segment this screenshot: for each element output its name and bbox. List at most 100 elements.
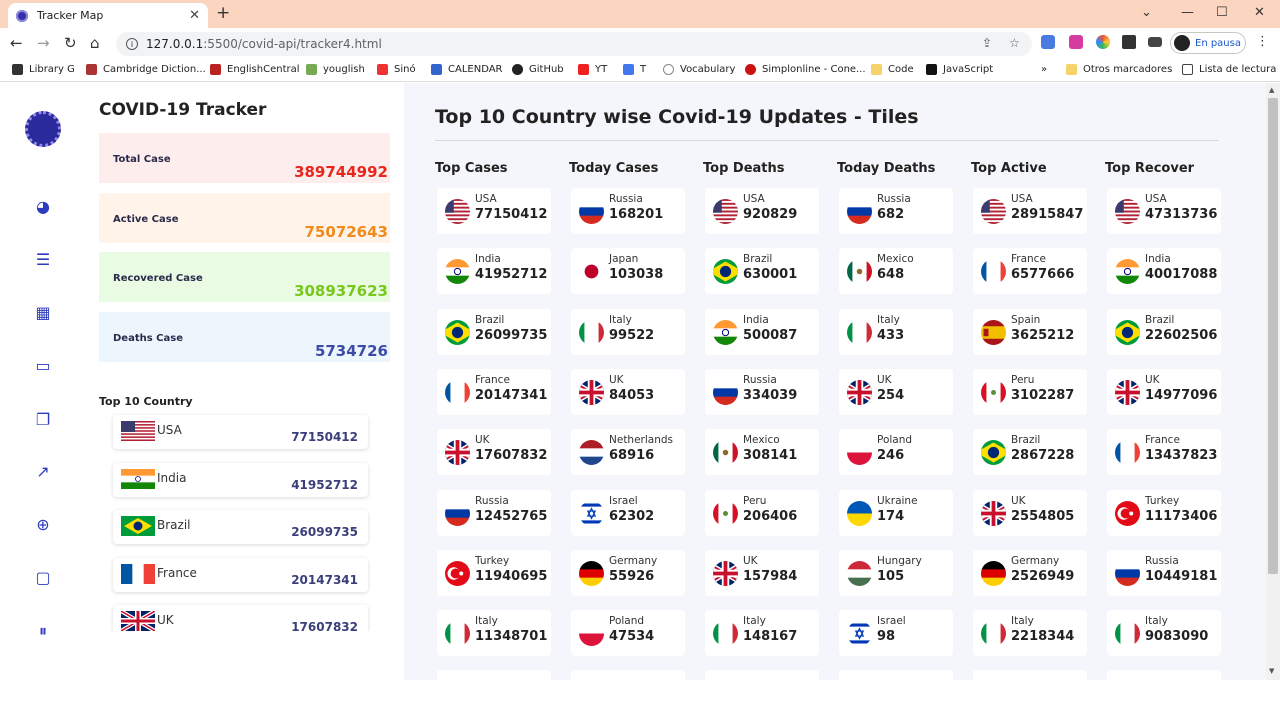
country-tile[interactable]: Israel 98: [839, 610, 953, 657]
page-scrollbar[interactable]: ▲ ▼: [1266, 83, 1280, 680]
country-tile[interactable]: UK 84053: [571, 368, 685, 415]
country-tile[interactable]: India 40017088: [1107, 248, 1221, 295]
country-tile[interactable]: Italy 433: [839, 308, 953, 355]
share-icon[interactable]: ⇪: [982, 36, 992, 50]
country-tile[interactable]: UK 157984: [705, 549, 819, 596]
country-tile[interactable]: USA 77150412: [437, 188, 551, 234]
country-row[interactable]: UK 17607832: [113, 605, 368, 631]
translate-extension-icon[interactable]: [1041, 35, 1055, 49]
country-tile[interactable]: Italy 11348701: [437, 610, 551, 657]
bookmark-item[interactable]: EnglishCentral: [210, 64, 300, 75]
extension-icon[interactable]: [1069, 35, 1083, 49]
grid-icon[interactable]: ▦: [34, 304, 52, 322]
country-tile[interactable]: India 500087: [705, 308, 819, 355]
country-tile[interactable]: Russia 10449181: [1107, 549, 1221, 596]
bookmark-item[interactable]: CALENDAR: [431, 64, 503, 75]
bookmark-item[interactable]: youglish: [306, 64, 365, 75]
country-tile[interactable]: France 13437823: [1107, 429, 1221, 476]
bookmark-item[interactable]: Sinó: [377, 64, 416, 75]
country-tile[interactable]: Brazil 630001: [705, 248, 819, 295]
bookmark-folder[interactable]: Code: [871, 64, 914, 75]
scrollbar-thumb[interactable]: [1268, 98, 1278, 574]
country-tile[interactable]: Japan 103038: [571, 248, 685, 295]
tab-search-icon[interactable]: ⌄: [1141, 5, 1152, 20]
country-tile[interactable]: Peru 3102287: [973, 368, 1087, 415]
pie-chart-icon[interactable]: ◕: [34, 198, 52, 216]
site-info-icon[interactable]: i: [126, 38, 138, 50]
tab-close-icon[interactable]: ✕: [189, 8, 200, 23]
country-tile[interactable]: Peru 206406: [705, 489, 819, 536]
country-tile[interactable]: Germany 2526949: [973, 549, 1087, 596]
bookmark-item[interactable]: JavaScript: [926, 64, 993, 75]
country-tile[interactable]: Turkey 11940695: [437, 549, 551, 596]
country-tile[interactable]: Spain 3625212: [973, 308, 1087, 355]
country-tile[interactable]: India 41952712: [437, 248, 551, 295]
scroll-up-icon[interactable]: ▲: [1269, 86, 1274, 94]
country-tile[interactable]: Brazil 22602506: [1107, 308, 1221, 355]
country-tile[interactable]: UK 17607832: [437, 429, 551, 476]
country-tile[interactable]: USA 28915847: [973, 188, 1087, 234]
country-tile[interactable]: Poland 47534: [571, 610, 685, 657]
browser-tab[interactable]: Tracker Map ✕: [8, 3, 208, 28]
reload-icon[interactable]: ↻: [64, 34, 77, 52]
country-tile[interactable]: Poland 246: [839, 429, 953, 476]
country-tile-partial[interactable]: [1107, 670, 1221, 716]
chat-icon[interactable]: ▢: [34, 569, 52, 587]
country-tile-partial[interactable]: [571, 670, 685, 716]
country-tile[interactable]: USA 47313736: [1107, 188, 1221, 234]
bookmark-item[interactable]: Cambridge Diction...: [86, 64, 206, 75]
country-tile[interactable]: Russia 168201: [571, 188, 685, 234]
close-window-icon[interactable]: ✕: [1254, 5, 1265, 20]
country-tile-partial[interactable]: [973, 670, 1087, 716]
back-icon[interactable]: ←: [10, 34, 23, 52]
folder-icon[interactable]: ▭: [34, 357, 52, 375]
country-tile-partial[interactable]: [839, 670, 953, 716]
globe-icon[interactable]: ⊕: [34, 516, 52, 534]
country-tile[interactable]: Ukraine 174: [839, 489, 953, 536]
copy-icon[interactable]: ❐: [34, 411, 52, 429]
menu-icon[interactable]: ⋮: [1256, 34, 1269, 49]
country-tile[interactable]: Italy 99522: [571, 308, 685, 355]
country-tile[interactable]: UK 14977096: [1107, 368, 1221, 415]
country-tile[interactable]: Russia 334039: [705, 368, 819, 415]
bookmark-item[interactable]: Simplonline - Cone...: [745, 64, 866, 75]
country-tile[interactable]: Netherlands 68916: [571, 429, 685, 476]
country-row[interactable]: USA 77150412: [113, 415, 368, 449]
country-tile[interactable]: Italy 9083090: [1107, 610, 1221, 657]
puzzle-icon[interactable]: [1122, 35, 1136, 49]
bookmark-item[interactable]: Vocabulary: [663, 64, 735, 75]
country-tile-partial[interactable]: [705, 670, 819, 716]
bookmark-item[interactable]: GitHub: [512, 64, 564, 75]
country-row[interactable]: India 41952712: [113, 462, 368, 497]
country-tile[interactable]: Hungary 105: [839, 549, 953, 596]
country-tile[interactable]: Italy 2218344: [973, 610, 1087, 657]
color-extension-icon[interactable]: [1096, 35, 1110, 49]
maximize-icon[interactable]: ☐: [1216, 5, 1228, 20]
scroll-down-icon[interactable]: ▼: [1269, 667, 1274, 675]
minimize-icon[interactable]: —: [1181, 5, 1194, 20]
country-row[interactable]: France 20147341: [113, 557, 368, 592]
bookmark-item[interactable]: Library G: [12, 64, 75, 75]
bookmark-item[interactable]: T: [623, 64, 646, 75]
reading-list-icon[interactable]: [1148, 37, 1162, 47]
profile-button[interactable]: En pausa: [1170, 32, 1246, 54]
country-row[interactable]: Brazil 26099735: [113, 510, 368, 544]
country-tile[interactable]: USA 920829: [705, 188, 819, 234]
reading-list-button[interactable]: Lista de lectura: [1182, 64, 1276, 75]
list-icon[interactable]: ☰: [34, 251, 52, 269]
country-tile[interactable]: UK 254: [839, 368, 953, 415]
country-tile[interactable]: Italy 148167: [705, 610, 819, 657]
more-bookmarks-icon[interactable]: »: [1041, 64, 1047, 75]
country-tile[interactable]: Russia 682: [839, 188, 953, 234]
forward-icon[interactable]: →: [37, 34, 50, 52]
top10-list[interactable]: USA 77150412 India 41952712 Brazil 26099735 Fr…: [99, 413, 379, 631]
country-tile[interactable]: France 20147341: [437, 368, 551, 415]
trend-chart-icon[interactable]: ↗: [34, 463, 52, 481]
country-tile[interactable]: Mexico 308141: [705, 429, 819, 476]
new-tab-icon[interactable]: +: [216, 3, 230, 23]
country-tile[interactable]: Turkey 11173406: [1107, 489, 1221, 536]
bookmark-star-icon[interactable]: ☆: [1009, 36, 1020, 50]
virus-logo-icon[interactable]: [25, 111, 61, 147]
country-tile[interactable]: Brazil 2867228: [973, 429, 1087, 476]
country-tile[interactable]: France 6577666: [973, 248, 1087, 295]
